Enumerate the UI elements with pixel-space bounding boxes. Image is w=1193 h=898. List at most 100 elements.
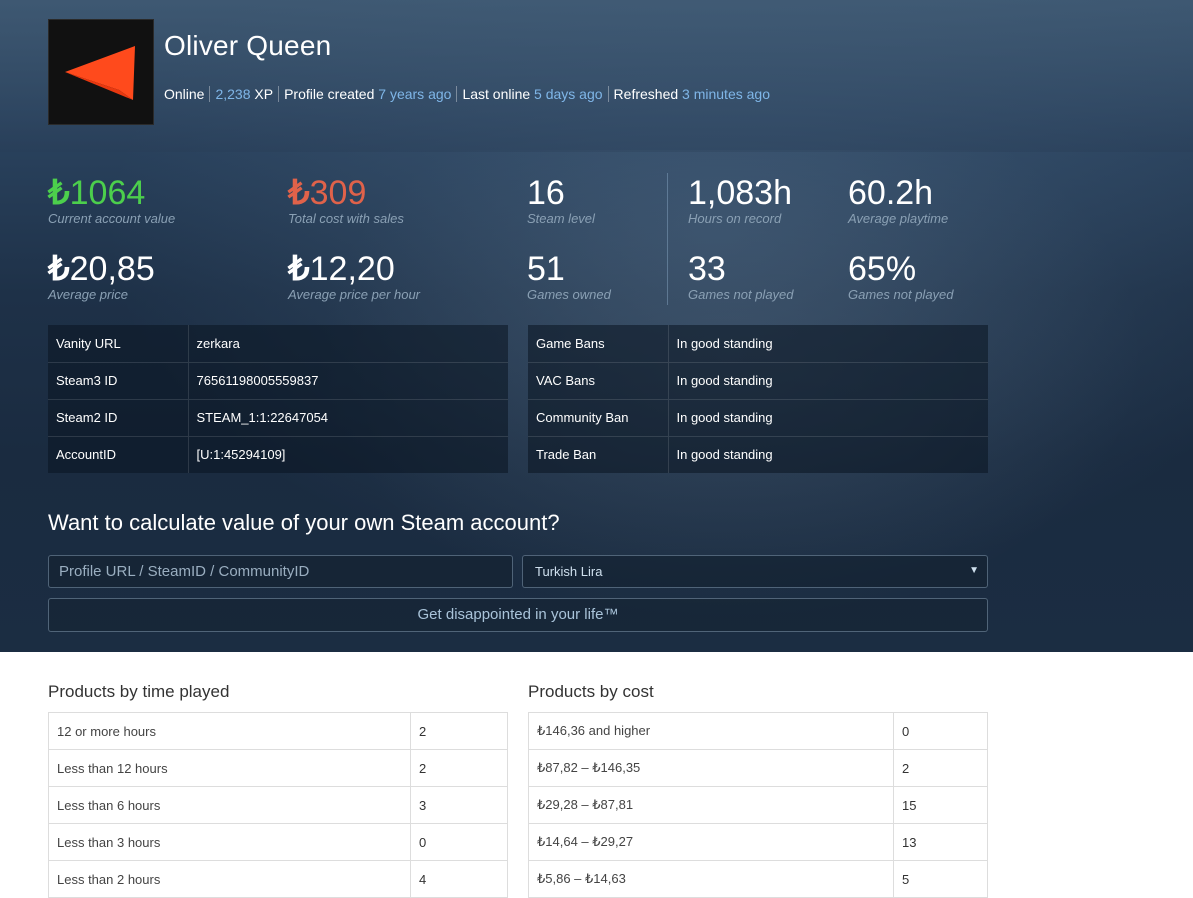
- stat-label: Current account value: [48, 211, 176, 226]
- range-label: ₺29,28 – ₺87,81: [528, 786, 894, 824]
- stat-steam-level: 16 Steam level: [527, 175, 595, 226]
- range-count: 4: [410, 860, 508, 898]
- id-key: Steam3 ID: [48, 361, 189, 399]
- games-owned: 51: [527, 250, 565, 288]
- table-row: Less than 3 hours 0: [48, 823, 508, 861]
- refreshed-label: Refreshed: [613, 86, 683, 102]
- table-row: VAC Bans In good standing: [528, 361, 988, 399]
- range-count: 0: [410, 823, 508, 861]
- table-row: Less than 2 hours 4: [48, 860, 508, 898]
- games-not-played-pct: 65%: [848, 250, 917, 288]
- id-key: Vanity URL: [48, 325, 189, 362]
- table-row: ₺29,28 – ₺87,81 15: [528, 786, 988, 824]
- stat-avg-price-hour: ₺12,20 Average price per hour: [288, 251, 420, 302]
- avg-price: 20,85: [69, 250, 155, 288]
- hero-header-band: [0, 0, 1193, 152]
- table-row: Less than 6 hours 3: [48, 786, 508, 824]
- id-value[interactable]: [U:1:45294109]: [188, 435, 508, 473]
- stat-label: Hours on record: [688, 211, 782, 226]
- profile-created-link[interactable]: 7 years ago: [378, 86, 451, 102]
- hours-on-record: 1,083h: [688, 174, 792, 212]
- time-played-table: 12 or more hours 2 Less than 12 hours 2 Le…: [48, 712, 508, 898]
- range-label: ₺87,82 – ₺146,35: [528, 749, 894, 787]
- table-row: Less than 12 hours 2: [48, 749, 508, 787]
- online-status: Online: [164, 86, 205, 102]
- stat-total-cost: ₺309 Total cost with sales: [288, 175, 404, 226]
- steam-level: 16: [527, 174, 565, 212]
- stat-label: Average price: [48, 287, 128, 302]
- total-cost: 309: [309, 174, 367, 212]
- id-key: Steam2 ID: [48, 398, 189, 436]
- table-row: Trade Ban In good standing: [528, 435, 988, 473]
- table-row: 12 or more hours 2: [48, 712, 508, 750]
- ban-value: In good standing: [668, 325, 988, 362]
- currency-select[interactable]: Turkish Lira ▼: [522, 555, 988, 588]
- profile-name: Oliver Queen: [164, 30, 332, 61]
- refreshed: Refreshed 3 minutes ago: [607, 86, 775, 102]
- xp-link[interactable]: 2,238: [215, 86, 250, 102]
- stat-label: Games not played: [848, 287, 954, 302]
- id-value[interactable]: 76561198005559837: [188, 361, 508, 399]
- steam-ids-table: Vanity URL zerkara Steam3 ID 76561198005…: [48, 325, 508, 473]
- avg-price-hour: 12,20: [309, 250, 395, 288]
- id-value[interactable]: zerkara: [188, 325, 508, 362]
- range-count: 15: [893, 786, 988, 824]
- calculator-title: Want to calculate value of your own Stea…: [48, 510, 560, 535]
- profile-hero: Oliver Queen Online 2,238 XP Profile cre…: [0, 0, 1193, 652]
- ban-value: In good standing: [668, 361, 988, 399]
- by-cost-table: ₺146,36 and higher 0 ₺87,82 – ₺146,35 2 ₺2…: [528, 712, 988, 898]
- range-label: Less than 6 hours: [48, 786, 411, 824]
- refreshed-link[interactable]: 3 minutes ago: [682, 86, 770, 102]
- stat-games-not-played-pct: 65% Games not played: [848, 251, 954, 302]
- range-label: 12 or more hours: [48, 712, 411, 750]
- stat-games-not-played: 33 Games not played: [688, 251, 794, 302]
- caret-down-icon: ▼: [969, 565, 979, 576]
- profile-created: Profile created 7 years ago: [278, 86, 456, 102]
- avatar[interactable]: [48, 19, 154, 125]
- ban-key: VAC Bans: [528, 361, 669, 399]
- ban-value: In good standing: [668, 435, 988, 473]
- ban-value: In good standing: [668, 398, 988, 436]
- xp-unit: XP: [250, 86, 274, 102]
- profile-created-label: Profile created: [284, 86, 379, 102]
- ban-key: Community Ban: [528, 398, 669, 436]
- range-label: ₺14,64 – ₺29,27: [528, 823, 894, 861]
- account-value: 1064: [69, 174, 146, 212]
- last-online-label: Last online: [462, 86, 535, 102]
- calculate-button[interactable]: Get disappointed in your life™: [48, 598, 988, 632]
- table-row: ₺5,86 – ₺14,63 5: [528, 860, 988, 898]
- currency-symbol: ₺: [288, 174, 310, 212]
- table-row: Game Bans In good standing: [528, 325, 988, 362]
- table-row: Community Ban In good standing: [528, 398, 988, 436]
- table-row: Steam2 ID STEAM_1:1:22647054: [48, 398, 508, 436]
- table-row: AccountID [U:1:45294109]: [48, 435, 508, 473]
- stats-divider: [667, 173, 668, 305]
- range-label: ₺5,86 – ₺14,63: [528, 860, 894, 898]
- bans-table: Game Bans In good standing VAC Bans In g…: [528, 325, 988, 473]
- stat-label: Games owned: [527, 287, 611, 302]
- range-count: 5: [893, 860, 988, 898]
- last-online: Last online 5 days ago: [456, 86, 607, 102]
- range-count: 2: [410, 712, 508, 750]
- ban-key: Game Bans: [528, 325, 669, 362]
- stat-hours-on-record: 1,083h Hours on record: [688, 175, 792, 226]
- profile-id-input[interactable]: [48, 555, 513, 588]
- stat-games-owned: 51 Games owned: [527, 251, 611, 302]
- id-key: AccountID: [48, 435, 189, 473]
- avg-playtime: 60.2h: [848, 174, 934, 212]
- stat-label: Total cost with sales: [288, 211, 404, 226]
- orange-chevron-logo-icon: [65, 46, 135, 100]
- currency-symbol: ₺: [48, 174, 70, 212]
- id-value[interactable]: STEAM_1:1:22647054: [188, 398, 508, 436]
- table-row: ₺87,82 – ₺146,35 2: [528, 749, 988, 787]
- table-row: ₺14,64 – ₺29,27 13: [528, 823, 988, 861]
- stat-label: Average price per hour: [288, 287, 421, 302]
- range-label: Less than 3 hours: [48, 823, 411, 861]
- xp-info: 2,238 XP: [209, 86, 278, 102]
- stat-account-value: ₺1064 Current account value: [48, 175, 175, 226]
- last-online-link[interactable]: 5 days ago: [534, 86, 603, 102]
- stat-avg-playtime: 60.2h Average playtime: [848, 175, 948, 226]
- by-cost-title: Products by cost: [528, 682, 654, 701]
- ban-key: Trade Ban: [528, 435, 669, 473]
- range-count: 13: [893, 823, 988, 861]
